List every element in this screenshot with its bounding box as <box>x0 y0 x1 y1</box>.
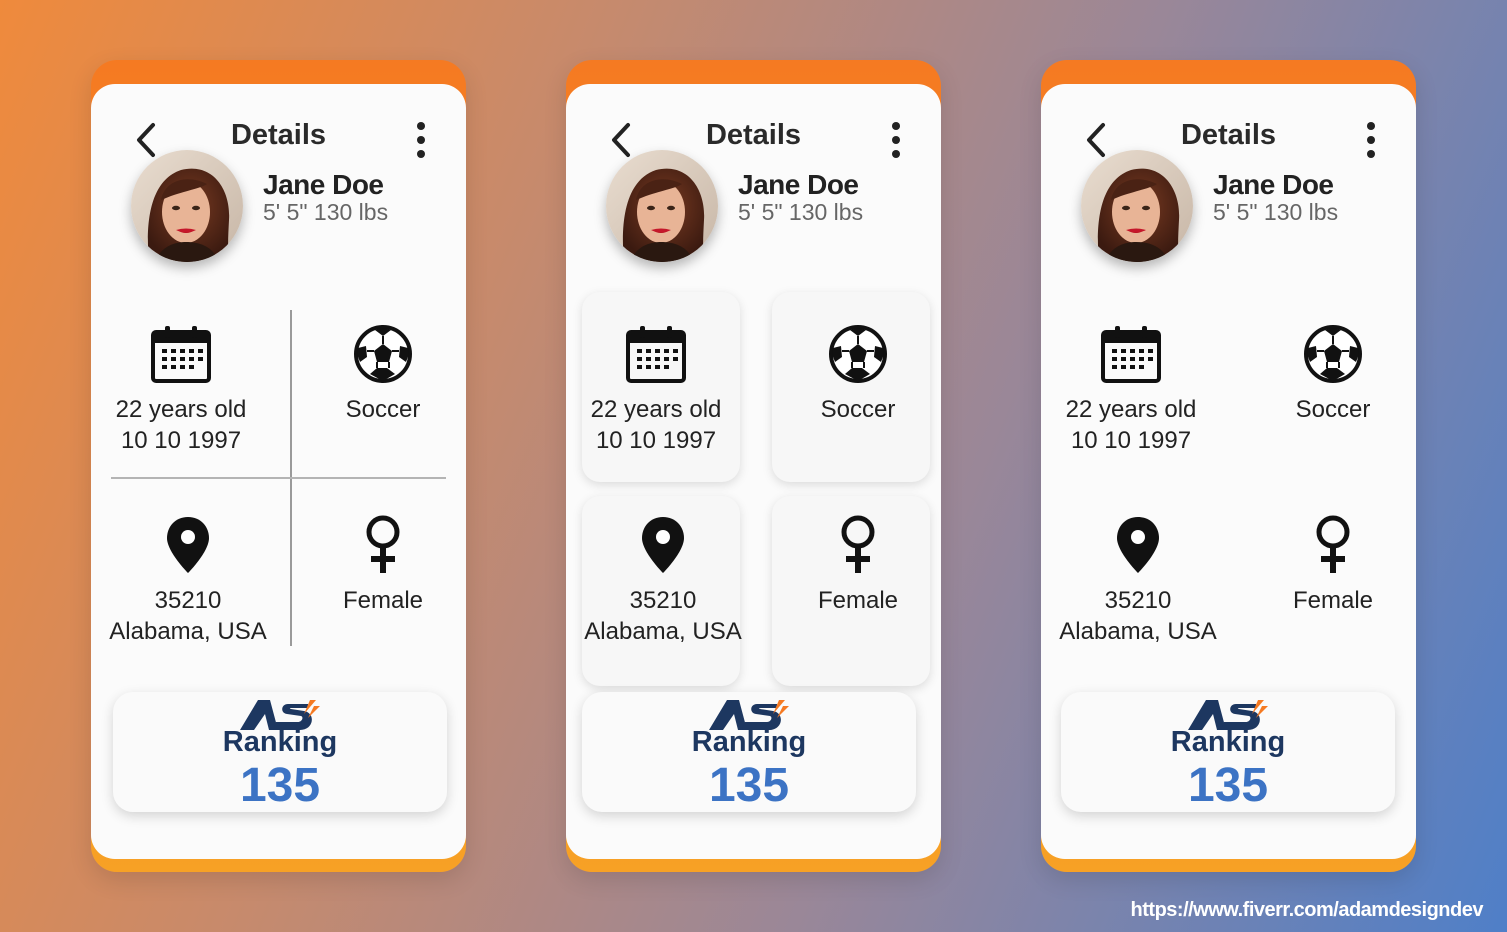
birthdate-text: 10 10 1997 <box>595 427 717 454</box>
female-symbol-icon <box>841 515 875 573</box>
zip-text: 35210 <box>154 587 222 614</box>
ranking-label: Ranking <box>222 726 338 758</box>
sport-cell: Soccer <box>303 324 463 425</box>
more-vertical-icon <box>892 122 900 158</box>
birthdate-text: 10 10 1997 <box>1070 427 1192 454</box>
soccer-ball-icon <box>829 325 887 383</box>
location-text: Alabama, USA <box>109 618 267 645</box>
age-text: 22 years old <box>115 396 247 423</box>
card-body: Details Jane Doe 5' 5" 130 lbs 22 years … <box>1041 84 1416 859</box>
calendar-icon <box>1101 326 1161 383</box>
back-button[interactable] <box>131 120 161 160</box>
age-cell: 22 years old 10 10 1997 <box>101 324 261 456</box>
details-card-3: Details Jane Doe 5' 5" 130 lbs 22 years … <box>1041 60 1416 872</box>
details-card-1: Details Jane Doe 5' 5" 130 lbs 22 years … <box>91 60 466 872</box>
zip-text: 35210 <box>629 587 697 614</box>
ranking-value: 135 <box>708 759 790 812</box>
gender-text: Female <box>1292 587 1374 614</box>
ranking-card[interactable]: Ranking 135 <box>582 692 916 812</box>
profile-photo <box>1081 150 1193 262</box>
location-pin-icon <box>642 517 684 573</box>
age-cell: 22 years old 10 10 1997 <box>1051 324 1211 456</box>
birthdate-text: 10 10 1997 <box>120 427 242 454</box>
location-pin-icon <box>1117 517 1159 573</box>
card-body: Details Jane Doe 5' 5" 130 lbs 22 years … <box>566 84 941 859</box>
location-pin-icon <box>167 517 209 573</box>
avatar[interactable] <box>131 150 243 262</box>
gender-cell: Female <box>303 515 463 616</box>
ranking-label: Ranking <box>691 726 807 758</box>
soccer-ball-icon <box>354 325 412 383</box>
location-text: Alabama, USA <box>1059 618 1217 645</box>
location-cell: 35210 Alabama, USA <box>1058 515 1218 647</box>
more-vertical-icon <box>417 122 425 158</box>
avatar[interactable] <box>606 150 718 262</box>
avatar[interactable] <box>1081 150 1193 262</box>
gender-text: Female <box>817 587 899 614</box>
grid-divider-horizontal <box>111 477 446 479</box>
sport-text: Soccer <box>1295 396 1371 423</box>
profile-name: Jane Doe <box>738 169 859 200</box>
profile-name: Jane Doe <box>1213 169 1334 200</box>
profile-stats: 5' 5" 130 lbs <box>263 199 389 225</box>
profile-photo <box>606 150 718 262</box>
watermark-url: https://www.fiverr.com/adamdesigndev <box>1130 899 1484 921</box>
female-symbol-icon <box>1316 515 1350 573</box>
profile-stats: 5' 5" 130 lbs <box>738 199 864 225</box>
more-options-button[interactable] <box>1356 120 1386 160</box>
gender-text: Female <box>342 587 424 614</box>
chevron-left-icon <box>612 123 630 157</box>
more-options-button[interactable] <box>406 120 436 160</box>
sport-cell: Soccer <box>1253 324 1413 425</box>
location-cell: 35210 Alabama, USA <box>108 515 268 647</box>
chevron-left-icon <box>1087 123 1105 157</box>
age-text: 22 years old <box>590 396 722 423</box>
female-symbol-icon <box>366 515 400 573</box>
ranking-value: 135 <box>1187 759 1269 812</box>
profile-stats: 5' 5" 130 lbs <box>1213 199 1339 225</box>
more-vertical-icon <box>1367 122 1375 158</box>
details-card-2: Details Jane Doe 5' 5" 130 lbs 22 years … <box>566 60 941 872</box>
gender-cell: Female <box>1253 515 1413 616</box>
ranking-label: Ranking <box>1170 726 1286 758</box>
chevron-left-icon <box>137 123 155 157</box>
calendar-icon <box>151 326 211 383</box>
soccer-ball-icon <box>1304 325 1362 383</box>
location-text: Alabama, USA <box>584 618 742 645</box>
age-text: 22 years old <box>1065 396 1197 423</box>
zip-text: 35210 <box>1104 587 1172 614</box>
age-cell: 22 years old 10 10 1997 <box>576 324 736 456</box>
sport-cell: Soccer <box>778 324 938 425</box>
ranking-card[interactable]: Ranking 135 <box>1061 692 1395 812</box>
sport-text: Soccer <box>820 396 896 423</box>
profile-photo <box>131 150 243 262</box>
back-button[interactable] <box>1081 120 1111 160</box>
location-cell: 35210 Alabama, USA <box>583 515 743 647</box>
back-button[interactable] <box>606 120 636 160</box>
sport-text: Soccer <box>345 396 421 423</box>
card-body: Details Jane Doe 5' 5" 130 lbs 22 years … <box>91 84 466 859</box>
ranking-card[interactable]: Ranking 135 <box>113 692 447 812</box>
profile-name: Jane Doe <box>263 169 384 200</box>
calendar-icon <box>626 326 686 383</box>
more-options-button[interactable] <box>881 120 911 160</box>
gender-cell: Female <box>778 515 938 616</box>
ranking-value: 135 <box>239 759 321 812</box>
